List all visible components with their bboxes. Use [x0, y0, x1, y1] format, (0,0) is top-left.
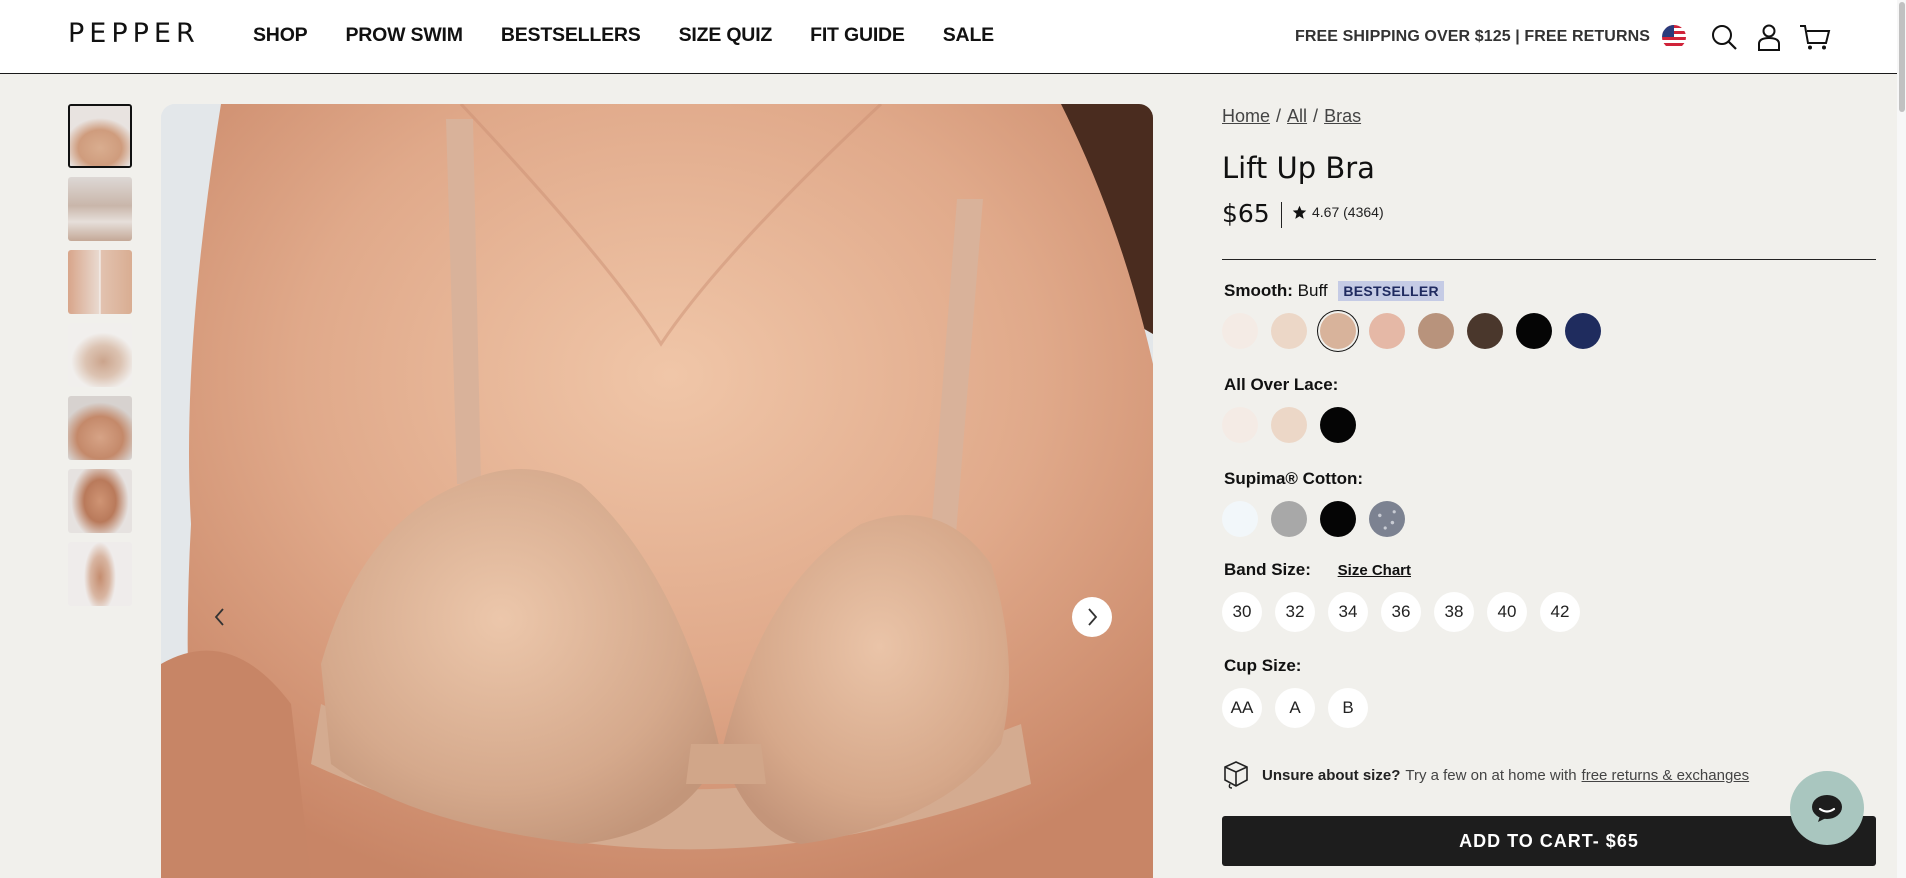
swatch-lace-1[interactable]: [1222, 407, 1258, 443]
nav-sale[interactable]: SALE: [943, 24, 994, 47]
swatch-smooth-1[interactable]: [1222, 313, 1258, 349]
band-size-32[interactable]: 32: [1275, 592, 1315, 632]
size-chart-link[interactable]: Size Chart: [1338, 562, 1411, 579]
cup-size-label: Cup Size:: [1224, 656, 1302, 675]
next-image-button[interactable]: [1072, 597, 1112, 637]
nav-size-quiz[interactable]: SIZE QUIZ: [679, 24, 773, 47]
add-to-cart-button[interactable]: ADD TO CART- $65: [1222, 816, 1876, 866]
breadcrumb-all[interactable]: All: [1287, 106, 1307, 126]
band-size-label-text: Band Size:: [1224, 560, 1311, 579]
band-size-options: 30 32 34 36 38 40 42: [1222, 592, 1580, 632]
cup-size-options: AA A B: [1222, 688, 1368, 728]
swatch-smooth-8[interactable]: [1565, 313, 1601, 349]
nav-bestsellers[interactable]: BESTSELLERS: [501, 24, 641, 47]
cart-icon[interactable]: [1798, 20, 1832, 54]
section-divider: [1222, 259, 1876, 260]
main-nav: SHOP PROW SWIM BESTSELLERS SIZE QUIZ FIT…: [253, 24, 1032, 47]
thumbnail-2[interactable]: [68, 177, 132, 241]
chat-icon: [1812, 795, 1842, 822]
search-icon[interactable]: [1707, 20, 1741, 54]
swatch-smooth-buff[interactable]: [1320, 313, 1356, 349]
lace-color-label: All Over Lace:: [1224, 375, 1339, 394]
cotton-color-label: Supima® Cotton:: [1224, 469, 1364, 488]
bestseller-badge: BESTSELLER: [1338, 281, 1444, 301]
free-returns-link[interactable]: free returns & exchanges: [1582, 767, 1750, 784]
band-size-label: Band Size: Size Chart: [1224, 560, 1411, 580]
smooth-label-text: Smooth:: [1224, 281, 1293, 300]
swatch-smooth-5[interactable]: [1418, 313, 1454, 349]
cotton-swatches: [1222, 501, 1405, 537]
band-size-38[interactable]: 38: [1434, 592, 1474, 632]
product-main-image: [161, 104, 1153, 878]
breadcrumb: Home / All / Bras: [1222, 106, 1361, 127]
swatch-cotton-4[interactable]: [1369, 501, 1405, 537]
star-icon: [1292, 205, 1307, 219]
swatch-cotton-1[interactable]: [1222, 501, 1258, 537]
nav-prow-swim[interactable]: PROW SWIM: [345, 24, 463, 47]
brand-logo[interactable]: PEPPER: [68, 18, 200, 49]
swatch-cotton-3[interactable]: [1320, 501, 1356, 537]
band-size-30[interactable]: 30: [1222, 592, 1262, 632]
thumbnail-5[interactable]: [68, 396, 132, 460]
product-photo: [161, 104, 1153, 878]
account-icon[interactable]: [1752, 20, 1786, 54]
swatch-smooth-7[interactable]: [1516, 313, 1552, 349]
price-separator: [1281, 202, 1282, 228]
chat-widget-button[interactable]: [1790, 771, 1864, 845]
thumbnail-1[interactable]: [68, 104, 132, 168]
product-title: Lift Up Bra: [1222, 151, 1375, 185]
lace-swatches: [1222, 407, 1356, 443]
smooth-color-label: Smooth: Buff BESTSELLER: [1224, 281, 1444, 301]
previous-image-button[interactable]: [200, 597, 240, 637]
nav-fit-guide[interactable]: FIT GUIDE: [810, 24, 905, 47]
product-price: $65: [1222, 199, 1270, 228]
thumbnail-6[interactable]: [68, 469, 132, 533]
thumbnail-strip: [68, 104, 132, 615]
cup-size-b[interactable]: B: [1328, 688, 1368, 728]
size-help-note: Unsure about size? Try a few on at home …: [1222, 760, 1749, 790]
box-icon: [1222, 760, 1250, 790]
unsure-bold-text: Unsure about size?: [1262, 766, 1401, 784]
swatch-lace-2[interactable]: [1271, 407, 1307, 443]
shipping-promo: FREE SHIPPING OVER $125 | FREE RETURNS: [1295, 28, 1651, 45]
swatch-smooth-4[interactable]: [1369, 313, 1405, 349]
us-flag-icon[interactable]: [1657, 20, 1691, 54]
band-size-42[interactable]: 42: [1540, 592, 1580, 632]
swatch-lace-3[interactable]: [1320, 407, 1356, 443]
swatch-smooth-6[interactable]: [1467, 313, 1503, 349]
cup-size-aa[interactable]: AA: [1222, 688, 1262, 728]
breadcrumb-bras[interactable]: Bras: [1324, 106, 1361, 126]
rating-text: 4.67 (4364): [1312, 204, 1384, 220]
product-rating[interactable]: 4.67 (4364): [1292, 204, 1384, 220]
cup-size-a[interactable]: A: [1275, 688, 1315, 728]
breadcrumb-home[interactable]: Home: [1222, 106, 1270, 126]
band-size-40[interactable]: 40: [1487, 592, 1527, 632]
unsure-text: Try a few on at home with: [1405, 766, 1577, 784]
nav-shop[interactable]: SHOP: [253, 24, 308, 47]
thumbnail-4[interactable]: [68, 323, 132, 387]
swatch-smooth-2[interactable]: [1271, 313, 1307, 349]
breadcrumb-separator: /: [1276, 106, 1282, 126]
page-scrollbar[interactable]: [1897, 0, 1906, 878]
smooth-swatches: [1222, 313, 1601, 349]
band-size-36[interactable]: 36: [1381, 592, 1421, 632]
thumbnail-7[interactable]: [68, 542, 132, 606]
swatch-cotton-2[interactable]: [1271, 501, 1307, 537]
scrollbar-thumb[interactable]: [1899, 2, 1905, 112]
breadcrumb-separator: /: [1313, 106, 1319, 126]
thumbnail-3[interactable]: [68, 250, 132, 314]
selected-color-name: Buff: [1297, 281, 1328, 300]
site-header: PEPPER SHOP PROW SWIM BESTSELLERS SIZE Q…: [0, 0, 1906, 74]
band-size-34[interactable]: 34: [1328, 592, 1368, 632]
